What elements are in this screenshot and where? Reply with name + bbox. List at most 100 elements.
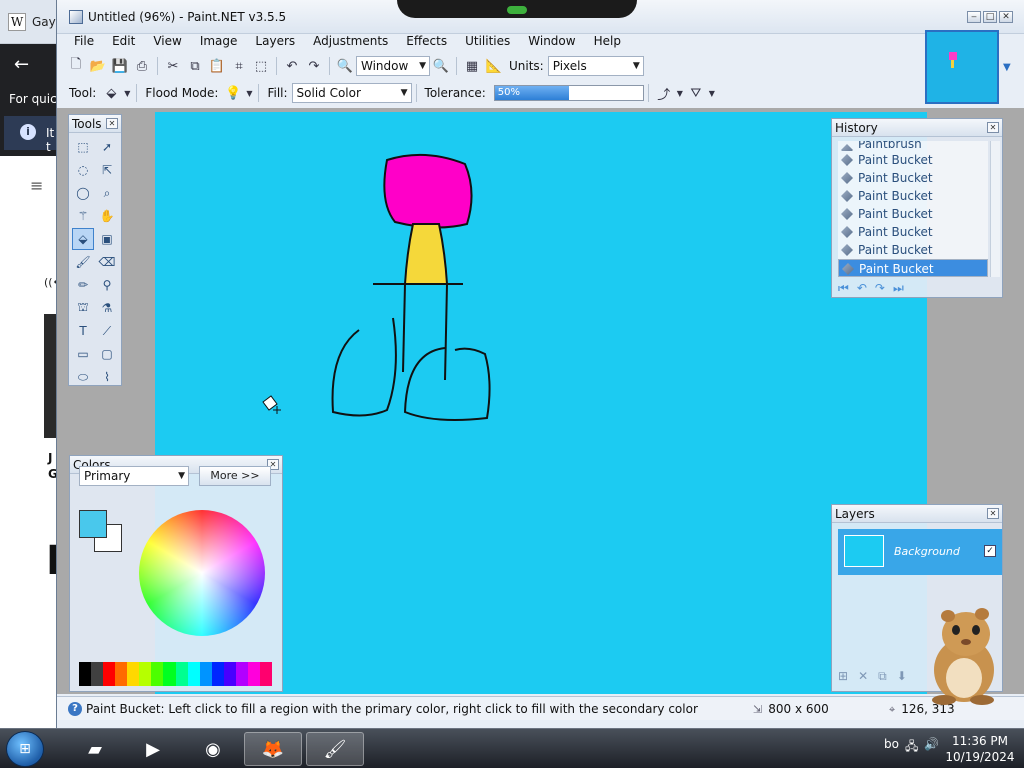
pan-tool-icon[interactable]: ✋	[96, 205, 118, 227]
duplicate-layer-icon[interactable]: ⧉	[878, 669, 887, 684]
tray-app-text[interactable]: bo	[884, 737, 899, 758]
ruler-icon[interactable]: 📐	[483, 55, 505, 77]
history-panel-header[interactable]: History ✕	[832, 119, 1002, 137]
close-icon[interactable]: ✕	[106, 118, 118, 129]
menu-layers[interactable]: Layers	[246, 32, 304, 50]
menu-edit[interactable]: Edit	[103, 32, 144, 50]
primary-color-swatch[interactable]	[79, 510, 107, 538]
palette-swatch[interactable]	[247, 662, 260, 686]
history-item[interactable]: Paintbrush	[838, 141, 988, 151]
history-item[interactable]: Paint Bucket	[838, 205, 988, 223]
history-item[interactable]: Paint Bucket	[838, 241, 988, 259]
chevron-down-icon[interactable]: ▼	[244, 82, 254, 104]
rounded-rectangle-tool-icon[interactable]: ▢	[96, 343, 118, 365]
menu-view[interactable]: View	[144, 32, 190, 50]
hamster-desktop-pet[interactable]	[920, 600, 1006, 706]
fill-select[interactable]: Solid Color ▼	[291, 83, 412, 103]
close-icon[interactable]: ✕	[987, 508, 999, 519]
zoom-in-icon[interactable]: 🔍	[430, 55, 452, 77]
print-icon[interactable]: ⎙	[131, 55, 153, 77]
palette-swatch[interactable]	[91, 662, 104, 686]
grid-icon[interactable]: ▦	[461, 55, 483, 77]
text-tool-icon[interactable]: T	[72, 320, 94, 342]
taskbar-app-terminal-icon[interactable]: ▰	[66, 732, 124, 766]
paint-bucket-tool-icon[interactable]: ⬙	[72, 228, 94, 250]
palette-swatch[interactable]	[151, 662, 164, 686]
paintbrush-tool-icon[interactable]: 🖌	[72, 251, 94, 273]
minimize-button[interactable]: ‒	[967, 11, 981, 23]
palette-swatch[interactable]	[187, 662, 200, 686]
units-select[interactable]: Pixels ▼	[547, 56, 644, 76]
paint-bucket-icon[interactable]: ⬙	[100, 82, 122, 104]
palette-swatch[interactable]	[235, 662, 248, 686]
ellipse-select-tool-icon[interactable]: ◯	[72, 182, 94, 204]
start-button[interactable]: ⊞	[6, 731, 44, 767]
more-colors-button[interactable]: More >>	[199, 466, 271, 486]
menu-window[interactable]: Window	[519, 32, 584, 50]
palette-swatch[interactable]	[259, 662, 272, 686]
palette-swatch[interactable]	[139, 662, 152, 686]
chevron-down-icon[interactable]: ▼	[1003, 62, 1011, 73]
menu-help[interactable]: Help	[585, 32, 630, 50]
open-folder-icon[interactable]: 📂	[87, 55, 109, 77]
taskbar-media-player-icon[interactable]: ▶	[124, 732, 182, 766]
background-browser-window[interactable]: W Gay ← For quick i It t ≡ ((• J G E	[0, 0, 58, 728]
palette-swatch[interactable]	[79, 662, 92, 686]
palette-swatch[interactable]	[127, 662, 140, 686]
palette-swatch[interactable]	[199, 662, 212, 686]
undo-icon[interactable]: ↶	[281, 55, 303, 77]
delete-layer-icon[interactable]: ✕	[858, 669, 868, 684]
rewind-icon[interactable]: ⏮	[838, 281, 849, 296]
title-bar[interactable]: Untitled (96%) - Paint.NET v3.5.5 ‒ □ ✕	[57, 0, 1024, 34]
gradient-tool-icon[interactable]: ▣	[96, 228, 118, 250]
palette-swatch[interactable]	[223, 662, 236, 686]
redo-icon[interactable]: ↷	[303, 55, 325, 77]
back-arrow-icon[interactable]: ←	[14, 54, 29, 75]
layers-panel-header[interactable]: Layers ✕	[832, 505, 1002, 523]
eraser-tool-icon[interactable]: ⌫	[96, 251, 118, 273]
antialiasing-icon[interactable]: ⤴	[653, 82, 675, 104]
menu-effects[interactable]: Effects	[397, 32, 456, 50]
network-icon[interactable]: 🖧	[905, 737, 918, 758]
redo-icon[interactable]: ↷	[875, 281, 885, 296]
history-item[interactable]: Paint Bucket	[838, 223, 988, 241]
taskbar-globe-icon[interactable]: ◉	[184, 732, 242, 766]
close-icon[interactable]: ✕	[987, 122, 999, 133]
color-target-select[interactable]: Primary ▼	[79, 466, 189, 486]
browser-tab-text[interactable]: Gay	[32, 15, 56, 29]
rectangle-select-tool-icon[interactable]: ⬚	[72, 136, 94, 158]
crop-icon[interactable]: ⌗	[228, 55, 250, 77]
image-thumbnail[interactable]	[925, 30, 999, 104]
system-clock[interactable]: 11:36 PM 10/19/2024	[938, 733, 1022, 765]
chevron-down-icon[interactable]: ▼	[707, 82, 717, 104]
palette-swatch[interactable]	[115, 662, 128, 686]
history-item[interactable]: Paint Bucket	[838, 187, 988, 205]
move-selected-tool-icon[interactable]: ➚	[96, 136, 118, 158]
maximize-button[interactable]: □	[983, 11, 997, 23]
zoom-out-icon[interactable]: 🔍	[334, 55, 356, 77]
menu-adjustments[interactable]: Adjustments	[304, 32, 397, 50]
deselect-icon[interactable]: ⬚	[250, 55, 272, 77]
add-layer-icon[interactable]: ⊞	[838, 669, 848, 684]
taskbar-paintnet-icon[interactable]: 🖌	[306, 732, 364, 766]
menu-hamburger-icon[interactable]: ≡	[30, 176, 43, 195]
lasso-select-tool-icon[interactable]: ◌	[72, 159, 94, 181]
color-picker-tool-icon[interactable]: ⚲	[96, 274, 118, 296]
color-wheel[interactable]	[139, 510, 265, 636]
undo-icon[interactable]: ↶	[857, 281, 867, 296]
flood-mode-icon[interactable]: 💡	[222, 82, 244, 104]
history-item-selected[interactable]: Paint Bucket	[838, 259, 988, 277]
palette-swatch[interactable]	[163, 662, 176, 686]
zoom-select[interactable]: Window ▼	[356, 56, 430, 76]
layer-row[interactable]: Background ✓	[838, 529, 1002, 575]
menu-file[interactable]: File	[65, 32, 103, 50]
ellipse-tool-icon[interactable]: ⬭	[72, 366, 94, 388]
blend-mode-icon[interactable]: ⛛	[685, 82, 707, 104]
copy-icon[interactable]: ⧉	[184, 55, 206, 77]
palette-swatch[interactable]	[103, 662, 116, 686]
history-item[interactable]: Paint Bucket	[838, 169, 988, 187]
line-curve-tool-icon[interactable]: ⟋	[96, 320, 118, 342]
recolor-tool-icon[interactable]: ⚗	[96, 297, 118, 319]
history-scrollbar[interactable]	[990, 141, 1000, 277]
tolerance-slider[interactable]: 50%	[493, 85, 644, 101]
